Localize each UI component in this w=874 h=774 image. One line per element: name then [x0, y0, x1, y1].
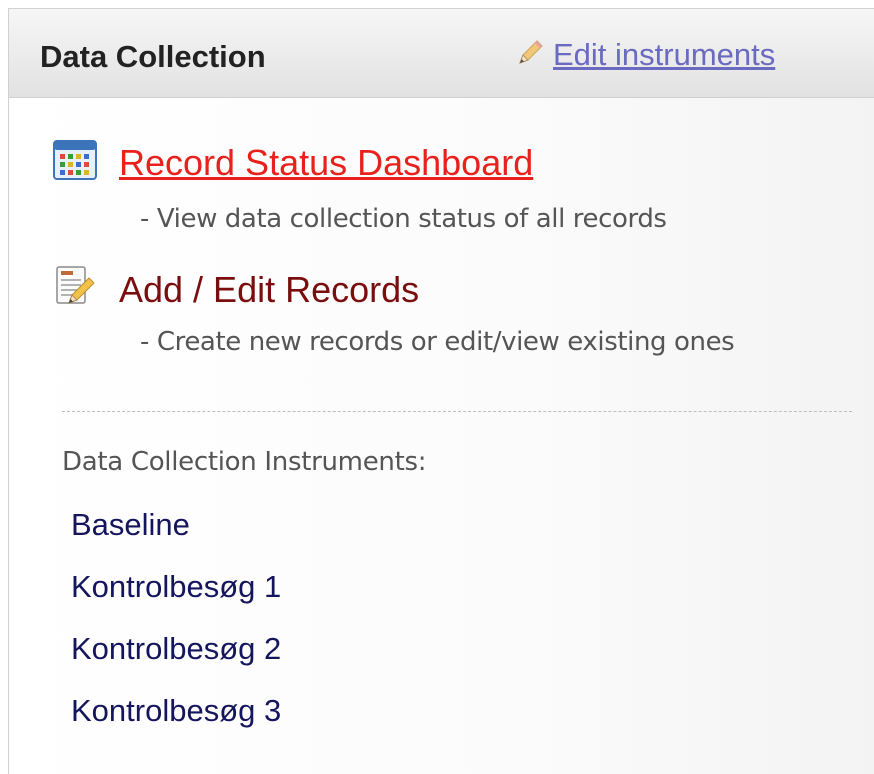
section-divider — [62, 411, 852, 412]
instrument-link-kontrolbesog-2[interactable]: Kontrolbesøg 2 — [71, 631, 281, 693]
data-collection-panel: Data Collection Edit instruments Record … — [8, 8, 874, 774]
pencil-icon — [515, 38, 545, 73]
record-status-dashboard-link[interactable]: Record Status Dashboard — [119, 142, 533, 184]
edit-instruments-link[interactable]: Edit instruments — [515, 37, 775, 73]
instrument-link-baseline[interactable]: Baseline — [71, 507, 281, 569]
edit-records-icon — [53, 265, 97, 314]
panel-header: Data Collection Edit instruments — [9, 9, 874, 98]
add-edit-records-link[interactable]: Add / Edit Records — [119, 269, 419, 311]
record-status-dashboard-row: Record Status Dashboard — [53, 140, 533, 185]
dashboard-grid-icon — [53, 140, 97, 185]
instrument-link-kontrolbesog-3[interactable]: Kontrolbesøg 3 — [71, 693, 281, 755]
record-status-dashboard-description: - View data collection status of all rec… — [140, 204, 667, 234]
instrument-link-kontrolbesog-1[interactable]: Kontrolbesøg 1 — [71, 569, 281, 631]
add-edit-records-description: - Create new records or edit/view existi… — [140, 327, 735, 357]
edit-instruments-label[interactable]: Edit instruments — [553, 37, 775, 73]
panel-title: Data Collection — [40, 39, 266, 74]
add-edit-records-row: Add / Edit Records — [53, 265, 419, 314]
instrument-list: Baseline Kontrolbesøg 1 Kontrolbesøg 2 K… — [71, 507, 281, 755]
instruments-heading: Data Collection Instruments: — [62, 447, 427, 477]
